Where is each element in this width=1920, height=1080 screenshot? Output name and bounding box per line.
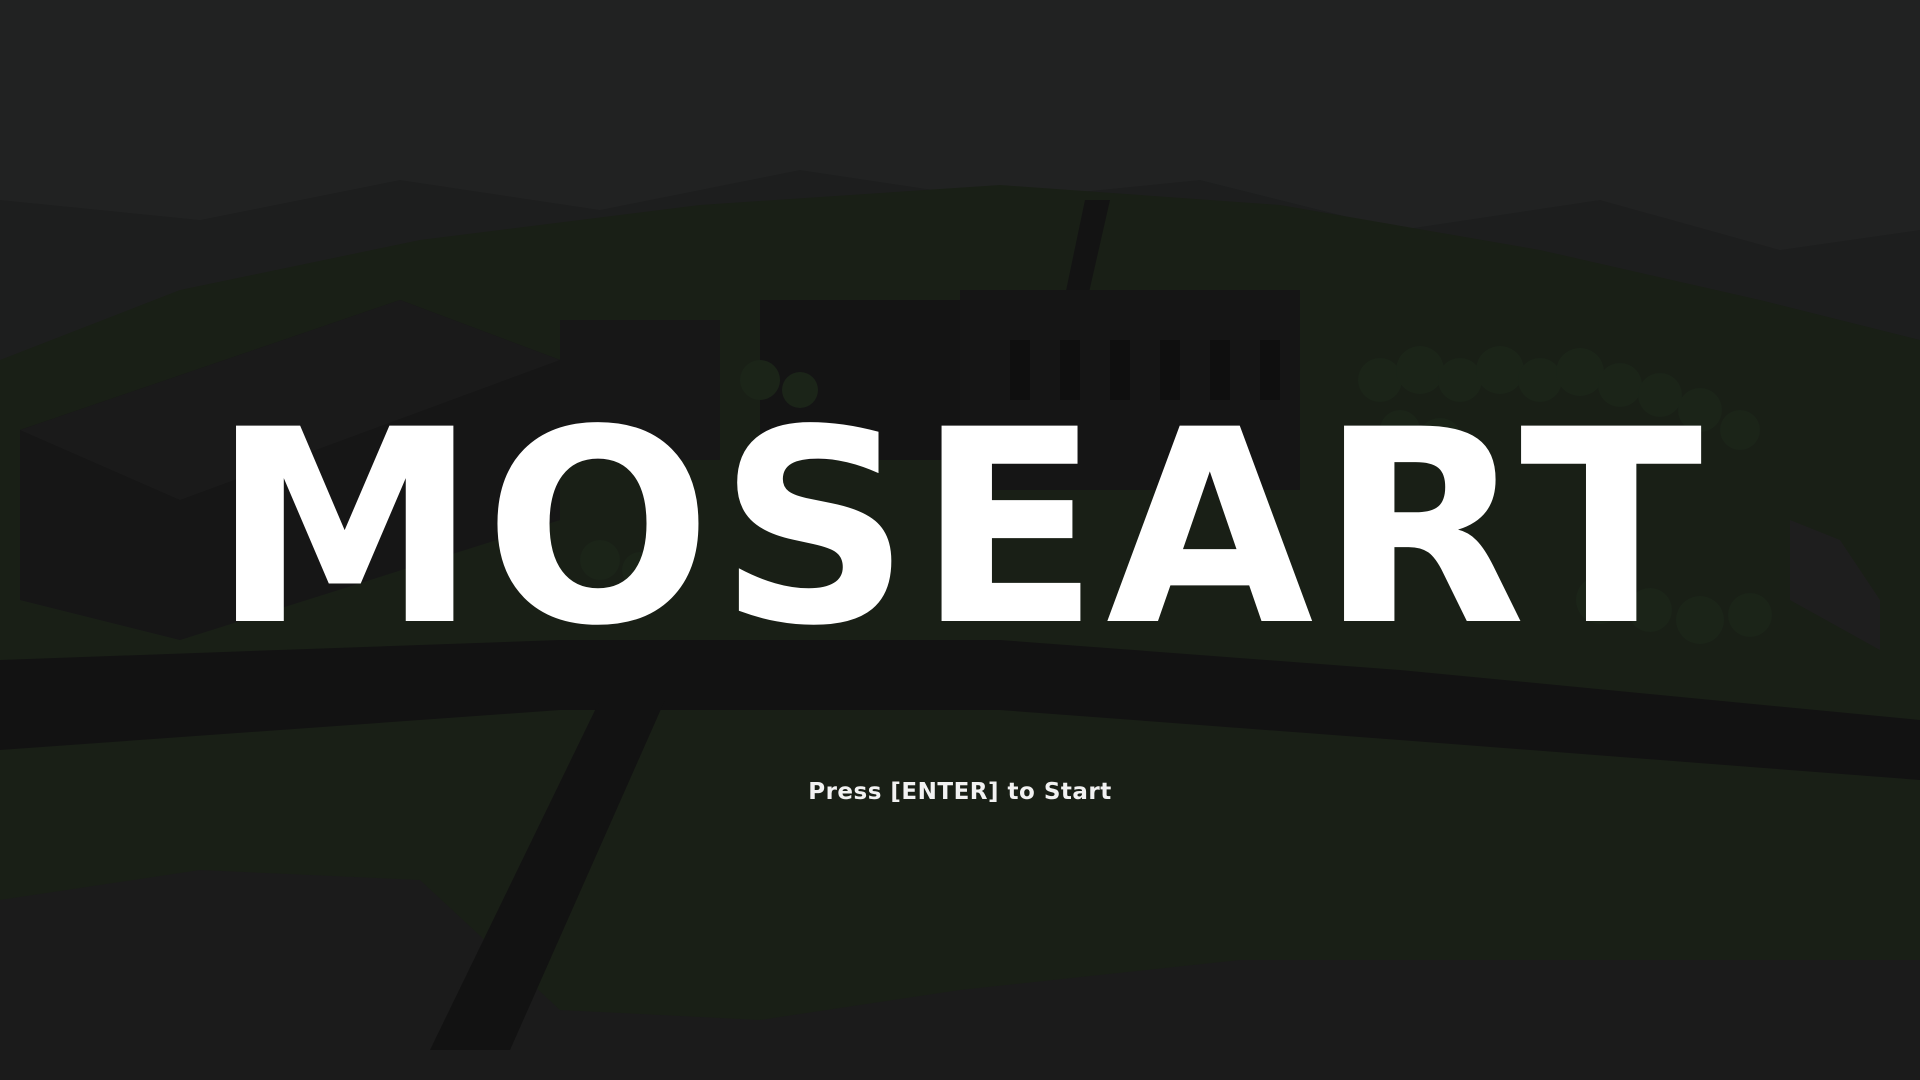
title-screen[interactable]: MOSEART Press [ENTER] to Start xyxy=(0,0,1920,1080)
start-prompt[interactable]: Press [ENTER] to Start xyxy=(0,781,1920,804)
game-title: MOSEART xyxy=(211,373,1709,685)
